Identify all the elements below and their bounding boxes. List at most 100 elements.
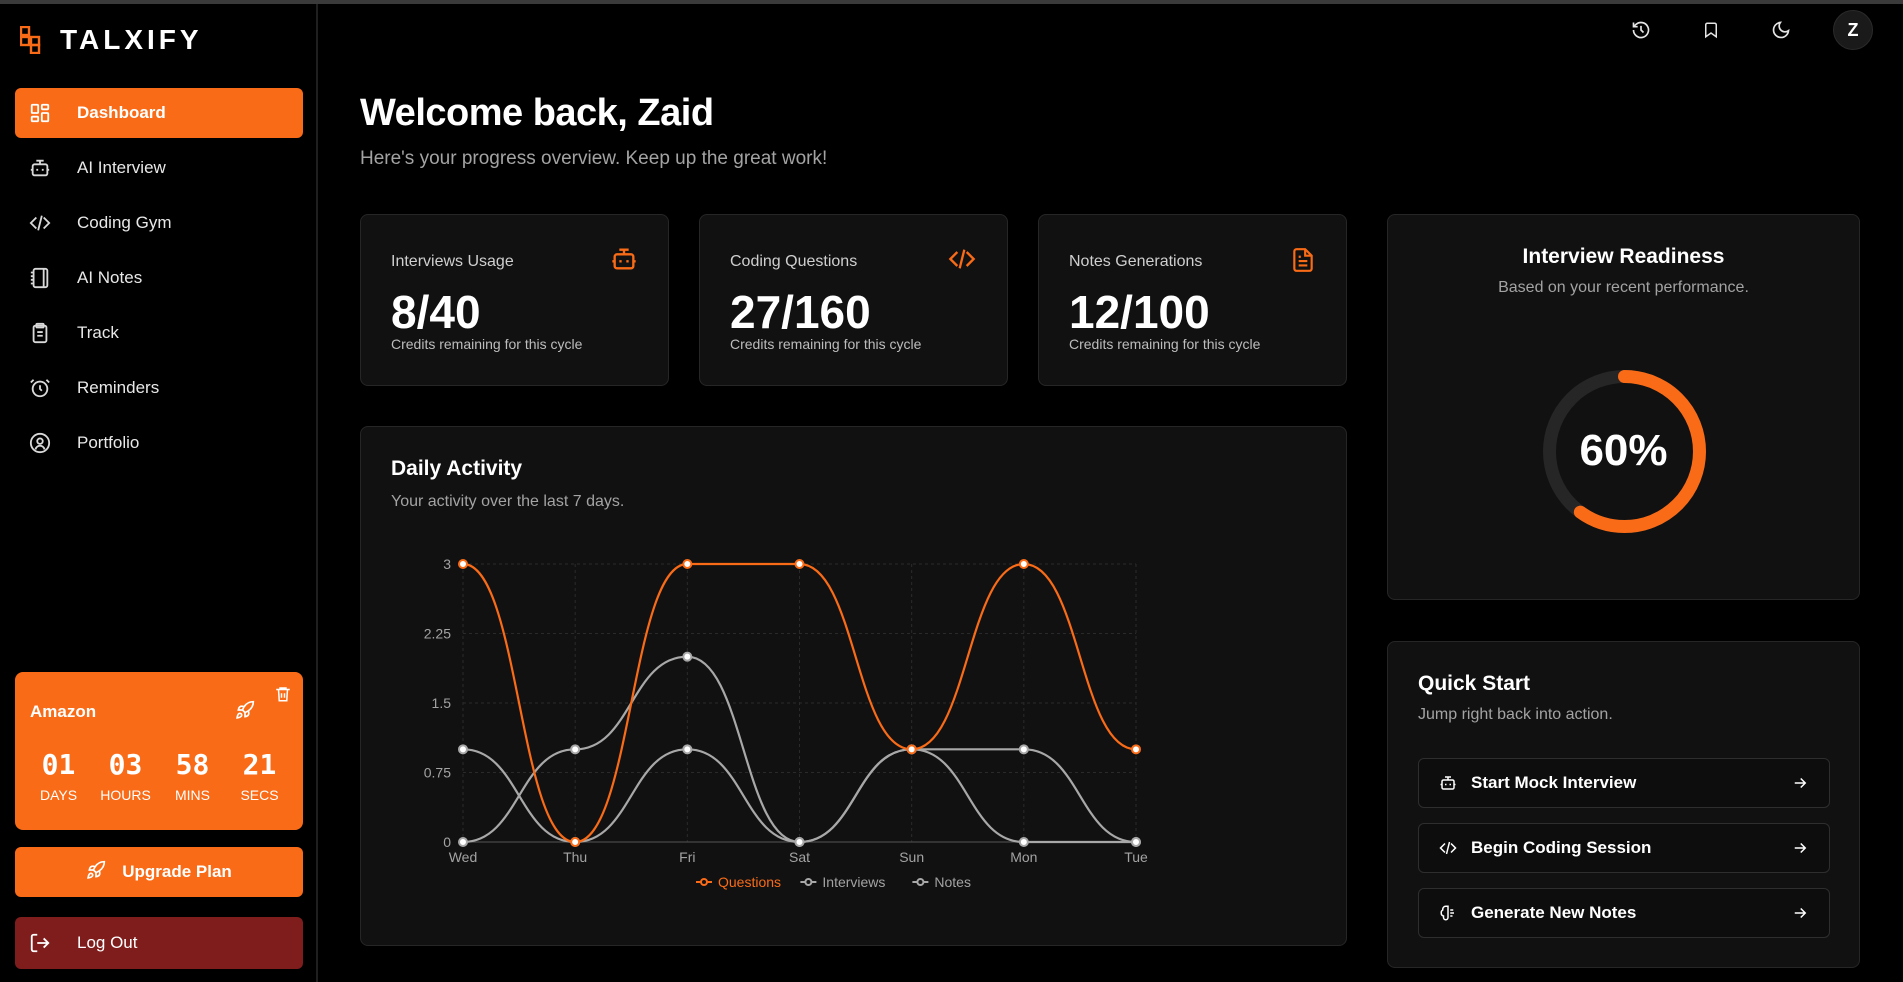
data-point-questions	[682, 559, 693, 569]
stat-label: Notes Generations	[1069, 253, 1203, 270]
x-tick-label: Sat	[789, 849, 810, 865]
x-tick-label: Thu	[563, 849, 587, 865]
countdown-secs: 21 SECS	[230, 748, 290, 803]
data-point-interviews	[1018, 744, 1029, 755]
moon-icon[interactable]	[1763, 12, 1799, 48]
daily-activity-card: Daily Activity Your activity over the la…	[360, 426, 1347, 946]
readiness-subtitle: Based on your recent performance.	[1498, 279, 1749, 296]
start-mock-interview-button[interactable]: Start Mock Interview	[1418, 758, 1830, 808]
sidebar-item-label: AI Interview	[77, 158, 166, 177]
legend-dot-interviews	[804, 878, 813, 886]
x-tick-label: Fri	[679, 849, 695, 865]
robot-icon	[27, 155, 53, 181]
daily-activity-chart: 0 0.75 1.5 2.25 3 Wed Thu Fri Sat Sun Mon Tue Questi…	[424, 556, 1148, 890]
stat-value: 12/100	[1069, 286, 1210, 338]
data-point-notes	[570, 744, 581, 755]
data-point-interviews	[794, 837, 805, 847]
data-point-questions	[794, 559, 805, 569]
notebook-icon	[27, 265, 53, 291]
avatar[interactable]: Z	[1833, 10, 1873, 50]
x-tick-label: Wed	[449, 849, 478, 865]
alarm-clock-icon	[27, 375, 53, 401]
legend-dot-questions	[700, 878, 708, 886]
page-subtitle: Here's your progress overview. Keep up t…	[360, 148, 828, 169]
arrow-right-icon	[1791, 904, 1809, 927]
quick-start-label: Start Mock Interview	[1471, 773, 1637, 792]
sidebar-item-track[interactable]: Track	[15, 308, 303, 358]
mins-value: 58	[175, 748, 210, 781]
countdown-days: 01 DAYS	[29, 748, 89, 803]
sidebar-nav: Dashboard AI Interview Coding Gym AI Not…	[15, 88, 303, 473]
sidebar-item-reminders[interactable]: Reminders	[15, 363, 303, 413]
legend-label-questions: Questions	[718, 874, 781, 890]
brand[interactable]: TALXIFY	[20, 24, 203, 56]
file-text-icon	[1290, 245, 1316, 280]
brain-icon	[1439, 904, 1457, 922]
stat-label: Coding Questions	[730, 253, 858, 270]
sidebar-item-coding-gym[interactable]: Coding Gym	[15, 198, 303, 248]
interview-readiness-card: Interview Readiness Based on your recent…	[1387, 214, 1860, 600]
legend-label-interviews: Interviews	[822, 874, 885, 890]
data-point-questions	[1018, 559, 1029, 569]
sidebar-item-label: Coding Gym	[77, 213, 172, 232]
upgrade-plan-button[interactable]: Upgrade Plan	[15, 847, 303, 897]
logout-button[interactable]: Log Out	[15, 917, 303, 969]
sidebar-item-ai-notes[interactable]: AI Notes	[15, 253, 303, 303]
page-title: Welcome back, Zaid	[360, 92, 714, 134]
stat-card-notes: Notes Generations 12/100 Credits remaini…	[1038, 214, 1347, 386]
y-tick-label: 2.25	[424, 626, 451, 642]
mins-label: MINS	[175, 787, 210, 803]
stat-card-coding: Coding Questions 27/160 Credits remainin…	[699, 214, 1008, 386]
data-point-notes	[682, 651, 693, 662]
x-tick-label: Tue	[1124, 849, 1148, 865]
data-point-questions	[906, 744, 917, 755]
legend-label-notes: Notes	[934, 874, 971, 890]
x-tick-label: Mon	[1010, 849, 1037, 865]
bookmark-icon[interactable]	[1693, 12, 1729, 48]
code-icon	[947, 245, 977, 278]
rocket-icon	[86, 860, 106, 885]
stat-note: Credits remaining for this cycle	[730, 336, 922, 352]
header-actions: Z	[1623, 10, 1873, 50]
brand-name: TALXIFY	[60, 24, 203, 55]
dashboard-icon	[27, 100, 53, 126]
data-point-questions	[458, 559, 468, 569]
sidebar-item-label: Track	[77, 323, 119, 342]
sidebar-item-label: Portfolio	[77, 433, 140, 452]
sidebar-item-dashboard[interactable]: Dashboard	[15, 88, 303, 138]
sidebar-item-portfolio[interactable]: Portfolio	[15, 418, 303, 468]
quick-start-label: Generate New Notes	[1471, 903, 1637, 922]
secs-value: 21	[242, 748, 277, 781]
hours-label: HOURS	[100, 787, 151, 803]
arrow-right-icon	[1791, 774, 1809, 797]
countdown-timer: 01 DAYS 03 HOURS 58 MINS 21 SECS	[15, 748, 303, 803]
logout-icon	[27, 930, 53, 956]
logo-icon	[20, 26, 41, 54]
robot-icon	[1439, 774, 1457, 792]
rocket-icon[interactable]	[235, 700, 255, 725]
begin-coding-session-button[interactable]: Begin Coding Session	[1418, 823, 1830, 873]
clipboard-icon	[27, 320, 53, 346]
quick-start-label: Begin Coding Session	[1471, 838, 1652, 857]
quick-start-card: Quick Start Jump right back into action.…	[1387, 641, 1860, 968]
y-tick-label: 1.5	[432, 695, 452, 711]
days-label: DAYS	[39, 787, 78, 803]
code-icon	[1439, 839, 1457, 857]
data-point-questions	[570, 837, 581, 847]
history-icon[interactable]	[1623, 12, 1659, 48]
readiness-title: Interview Readiness	[1522, 245, 1725, 268]
data-point-interviews	[458, 744, 468, 755]
y-tick-label: 3	[443, 556, 451, 572]
quick-start-subtitle: Jump right back into action.	[1418, 706, 1613, 723]
countdown-mins: 58 MINS	[163, 748, 223, 803]
delete-icon[interactable]	[274, 684, 292, 709]
stat-note: Credits remaining for this cycle	[391, 336, 583, 352]
data-point-questions	[1131, 744, 1141, 755]
legend-dot-notes	[916, 878, 925, 886]
quick-start-title: Quick Start	[1418, 672, 1531, 695]
sidebar-item-ai-interview[interactable]: AI Interview	[15, 143, 303, 193]
stat-note: Credits remaining for this cycle	[1069, 336, 1261, 352]
secs-label: SECS	[240, 787, 279, 803]
arrow-right-icon	[1791, 839, 1809, 862]
generate-new-notes-button[interactable]: Generate New Notes	[1418, 888, 1830, 938]
